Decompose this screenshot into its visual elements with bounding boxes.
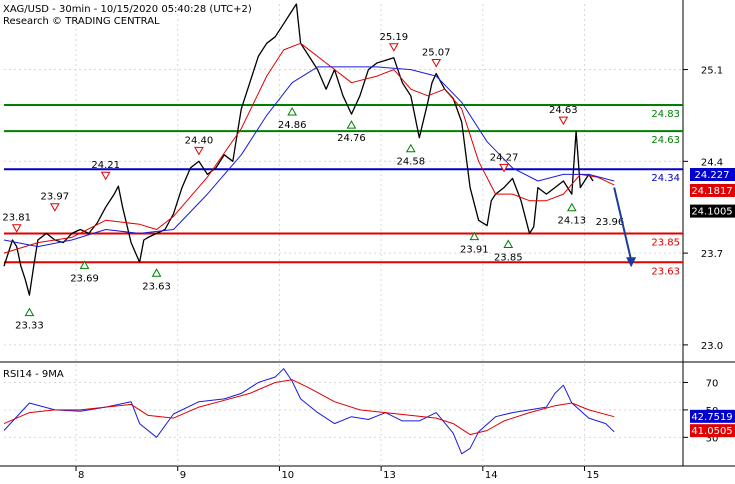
level-label: 24.34: [651, 173, 680, 184]
price-badge-label: 24.1817: [691, 186, 732, 197]
pivot-label: 24.58: [396, 157, 425, 168]
x-axis-tick-label: 15: [587, 470, 600, 480]
pivot-label: 23.97: [41, 192, 70, 203]
rsi-panel-title: RSI14 - 9MA: [3, 369, 64, 380]
x-axis-tick-label: 14: [485, 470, 498, 480]
chart-svg: 24.83 24.63 24.34 23.85 23.63 23.81 23.97 24.2…: [0, 0, 735, 481]
pivot-label: 24.27: [490, 152, 519, 163]
x-axis-tick-label: 10: [281, 470, 294, 480]
price-badge-label: 24.227: [695, 170, 730, 181]
pivot-label: 23.96: [596, 217, 625, 228]
rsi-badge-label: 42.7519: [691, 412, 732, 423]
pivot-label: 23.33: [15, 321, 44, 332]
x-axis-tick-label: 8: [78, 470, 84, 480]
pivot-label: 24.86: [278, 120, 307, 131]
pivot-label: 25.19: [380, 32, 409, 43]
pivot-label: 25.07: [422, 47, 451, 58]
price-axis-tick-label: 23.7: [701, 249, 723, 260]
level-label: 23.85: [651, 237, 680, 248]
price-badges: 24.227 24.1817 24.1005: [690, 168, 735, 218]
pivot-label: 24.40: [185, 135, 214, 146]
x-axis-tick-label: 13: [383, 470, 396, 480]
instrument-title: XAG/USD - 30min - 10/15/2020 05:40:28 (U…: [3, 4, 252, 15]
price-badge-label: 24.1005: [691, 207, 732, 218]
level-label: 24.63: [651, 135, 680, 146]
price-axis-tick-label: 25.1: [701, 66, 723, 77]
pivot-label: 23.69: [70, 273, 99, 284]
pivot-label: 24.63: [549, 105, 578, 116]
pivot-label: 24.76: [337, 133, 366, 144]
pivot-label: 24.13: [558, 216, 587, 227]
pivot-label: 23.81: [2, 213, 31, 224]
research-credit: Research © TRADING CENTRAL: [3, 16, 160, 27]
level-label: 23.63: [651, 266, 680, 277]
pivot-label: 24.21: [91, 160, 120, 171]
price-axis-tick-label: 23.0: [701, 341, 723, 352]
pivot-label: 23.91: [460, 245, 489, 256]
chart-root: 24.83 24.63 24.34 23.85 23.63 23.81 23.97 24.2…: [0, 0, 735, 481]
price-axis-tick-label: 24.4: [701, 157, 723, 168]
pivot-label: 23.85: [494, 252, 523, 263]
x-axis-tick-label: 9: [180, 470, 186, 480]
rsi-badge-label: 41.0505: [691, 426, 732, 437]
level-label: 24.83: [651, 109, 680, 120]
rsi-axis-tick-label: 70: [706, 378, 719, 389]
pivot-label: 23.63: [142, 281, 171, 292]
